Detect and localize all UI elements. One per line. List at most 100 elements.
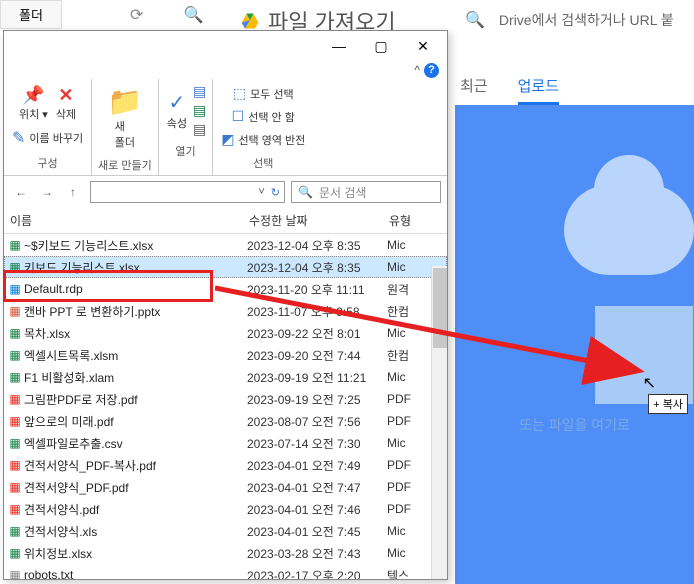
file-row[interactable]: ▦견적서양식_PDF.pdf2023-04-01 오전 7:47PDF [4, 476, 447, 498]
file-type-icon: ▦ [6, 546, 24, 560]
file-date: 2023-02-17 오후 2:20 [247, 567, 387, 580]
file-type: PDF [387, 480, 435, 494]
file-date: 2023-11-07 오후 9:58 [247, 303, 387, 320]
select-all-icon: ⬚ [233, 85, 246, 102]
file-name: 위치정보.xlsx [24, 545, 247, 562]
window-titlebar: ― ▢ ✕ [4, 31, 447, 61]
file-explorer-window: ― ▢ ✕ ^ ? 📌 위치 ▾ ✕ 삭제 ✎ 이름 바꾸기 구성 [3, 30, 448, 580]
ribbon: 📌 위치 ▾ ✕ 삭제 ✎ 이름 바꾸기 구성 📁 새 폴더 새로 만들기 [4, 79, 447, 176]
properties-button[interactable]: ✓ 속성 [165, 88, 189, 133]
file-date: 2023-11-20 오후 11:11 [247, 281, 387, 298]
column-date-header[interactable]: 수정한 날짜 [249, 212, 389, 229]
app-icon-2[interactable]: ▤ [193, 102, 206, 119]
file-date: 2023-04-01 오전 7:47 [247, 479, 387, 496]
close-button[interactable]: ✕ [403, 33, 443, 59]
rename-button[interactable]: ✎ 이름 바꾸기 [10, 126, 85, 150]
group-select-label: 선택 [253, 155, 273, 171]
delete-button[interactable]: ✕ 삭제 [54, 83, 78, 124]
explorer-search-field[interactable]: 🔍 문서 검색 [291, 181, 441, 203]
file-date: 2023-08-07 오전 7:56 [247, 413, 387, 430]
file-type-icon: ▦ [6, 568, 24, 579]
file-name: 견적서양식_PDF.pdf [24, 479, 247, 496]
column-type-header[interactable]: 유형 [389, 212, 437, 229]
file-type: Mic [387, 326, 435, 340]
file-date: 2023-09-19 오전 11:21 [247, 369, 387, 386]
group-new-label: 새로 만들기 [98, 157, 152, 173]
file-name: F1 비활성화.xlam [24, 369, 247, 386]
column-name-header[interactable]: 이름 [4, 212, 249, 229]
minimize-button[interactable]: ― [319, 33, 359, 59]
invert-selection-button[interactable]: ◩ 선택 영역 반전 [219, 129, 307, 150]
file-row[interactable]: ▦~$키보드 기능리스트.xlsx2023-12-04 오후 8:35Mic [4, 234, 447, 256]
file-list[interactable]: ▦~$키보드 기능리스트.xlsx2023-12-04 오후 8:35Mic▦키… [4, 234, 447, 579]
app-icon-3[interactable]: ▤ [193, 121, 206, 138]
file-row[interactable]: ▦앞으로의 미래.pdf2023-08-07 오전 7:56PDF [4, 410, 447, 432]
select-none-button[interactable]: ☐ 선택 안 함 [230, 106, 297, 127]
file-type: Mic [387, 238, 435, 252]
file-name: 캔바 PPT 로 변환하기.pptx [24, 303, 247, 320]
file-type-icon: ▦ [6, 414, 24, 428]
file-row[interactable]: ▦F1 비활성화.xlam2023-09-19 오전 11:21Mic [4, 366, 447, 388]
file-date: 2023-09-20 오전 7:44 [247, 347, 387, 364]
file-date: 2023-09-22 오전 8:01 [247, 325, 387, 342]
new-folder-button[interactable]: 📁 새 폴더 [105, 83, 144, 152]
file-type-icon: ▦ [6, 370, 24, 384]
drive-search[interactable]: 🔍 Drive에서 검색하거나 URL 붙 [465, 10, 674, 30]
address-field[interactable]: ˅ ↻ [90, 181, 285, 203]
file-row[interactable]: ▦그림판PDF로 저장.pdf2023-09-19 오전 7:25PDF [4, 388, 447, 410]
file-row[interactable]: ▦엑셀파일로추출.csv2023-07-14 오전 7:30Mic [4, 432, 447, 454]
file-row[interactable]: ▦robots.txt2023-02-17 오후 2:20텍스 [4, 564, 447, 579]
file-row[interactable]: ▦캔바 PPT 로 변환하기.pptx2023-11-07 오후 9:58한컴 [4, 300, 447, 322]
help-icon[interactable]: ? [424, 63, 439, 78]
file-row[interactable]: ▦견적서양식.xls2023-04-01 오전 7:45Mic [4, 520, 447, 542]
cloud-icon [564, 185, 694, 275]
maximize-button[interactable]: ▢ [361, 33, 401, 59]
file-name: 엑셀시트목록.xlsm [24, 347, 247, 364]
file-name: 앞으로의 미래.pdf [24, 413, 247, 430]
select-all-button[interactable]: ⬚ 모두 선택 [231, 83, 296, 104]
group-open-label: 열기 [175, 143, 195, 159]
scrollbar[interactable] [431, 266, 447, 579]
search-placeholder: Drive에서 검색하거나 URL 붙 [499, 10, 674, 30]
file-date: 2023-04-01 오전 7:49 [247, 457, 387, 474]
search-icon: 🔍 [298, 185, 313, 199]
file-row[interactable]: ▦목차.xlsx2023-09-22 오전 8:01Mic [4, 322, 447, 344]
ribbon-collapse-icon[interactable]: ^ [414, 63, 420, 77]
file-type: PDF [387, 502, 435, 516]
file-row[interactable]: ▦위치정보.xlsx2023-03-28 오전 7:43Mic [4, 542, 447, 564]
address-bar: ← → ↑ ˅ ↻ 🔍 문서 검색 [4, 176, 447, 208]
file-row[interactable]: ▦Default.rdp2023-11-20 오후 11:11원격 [4, 278, 447, 300]
file-type-icon: ▦ [6, 304, 24, 318]
file-name: 그림판PDF로 저장.pdf [24, 391, 247, 408]
search-icon: 🔍 [465, 10, 485, 30]
file-name: ~$키보드 기능리스트.xlsx [24, 237, 247, 254]
file-type: 한컴 [387, 347, 435, 364]
addr-dropdown-icon[interactable]: ˅ [258, 186, 264, 198]
refresh-icon[interactable]: ↻ [271, 186, 280, 199]
file-type-icon: ▦ [6, 458, 24, 472]
file-row[interactable]: ▦키보드 기능리스트.xlsx2023-12-04 오후 8:35Mic [4, 256, 447, 278]
file-row[interactable]: ▦견적서양식.pdf2023-04-01 오전 7:46PDF [4, 498, 447, 520]
app-icon-1[interactable]: ▤ [193, 83, 206, 100]
file-row[interactable]: ▦견적서양식_PDF-복사.pdf2023-04-01 오전 7:49PDF [4, 454, 447, 476]
check-icon: ✓ [168, 90, 185, 115]
file-type-icon: ▦ [6, 348, 24, 362]
file-row[interactable]: ▦엑셀시트목록.xlsm2023-09-20 오전 7:44한컴 [4, 344, 447, 366]
browser-toolbar-icons: ⟳ 🔍 [130, 5, 222, 25]
file-type: Mic [387, 546, 435, 560]
tab-recent[interactable]: 최근 [460, 75, 488, 105]
browser-tab[interactable]: 폴더 [0, 0, 62, 29]
file-type-icon: ▦ [6, 260, 24, 274]
move-to-button[interactable]: 📌 위치 ▾ [17, 83, 50, 124]
file-type: PDF [387, 392, 435, 406]
invert-icon: ◩ [221, 131, 234, 148]
upload-dropzone[interactable]: ↖ + 복사 또는 파일을 여기로 [455, 105, 694, 584]
nav-up-button[interactable]: ↑ [62, 181, 84, 203]
select-none-icon: ☐ [232, 108, 245, 125]
scrollbar-thumb[interactable] [433, 268, 447, 348]
nav-forward-button[interactable]: → [36, 181, 58, 203]
tab-upload[interactable]: 업로드 [518, 75, 559, 105]
file-date: 2023-12-04 오후 8:35 [247, 237, 387, 254]
nav-back-button[interactable]: ← [10, 181, 32, 203]
file-name: 엑셀파일로추출.csv [24, 435, 247, 452]
